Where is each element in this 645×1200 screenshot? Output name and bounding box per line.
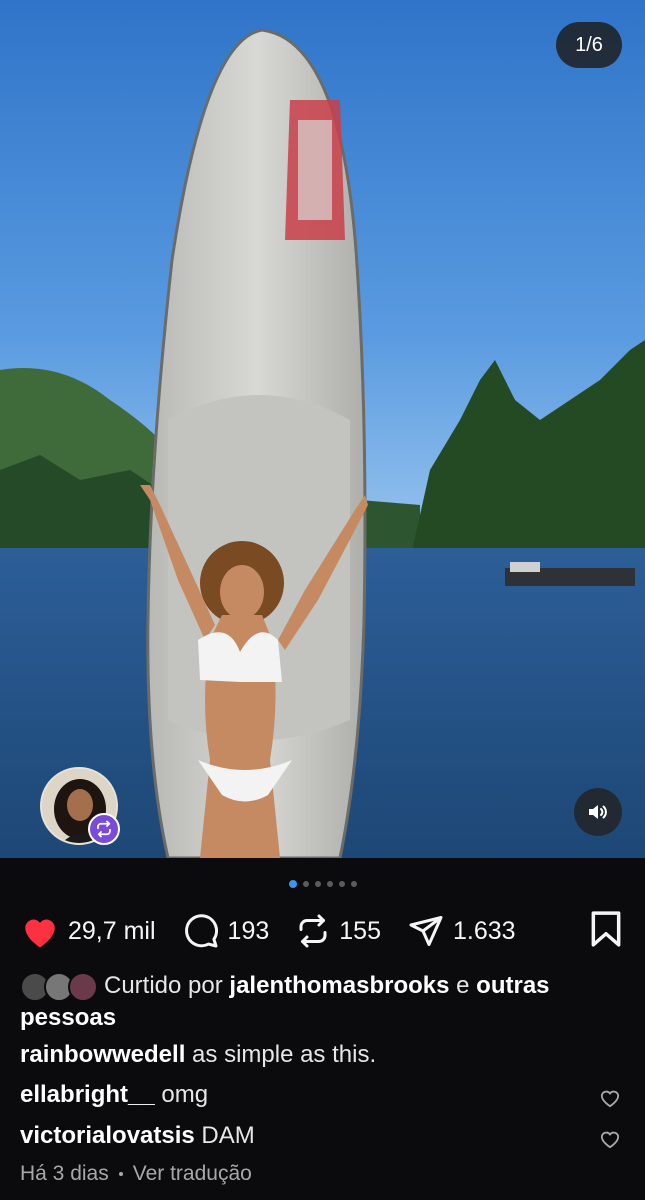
carousel-indicator [0,880,645,888]
liked-by-user[interactable]: jalenthomasbrooks [229,972,449,999]
repost-badge-icon [88,813,120,845]
save-button[interactable] [589,910,623,953]
caption-text: as simple as this. [192,1041,377,1068]
separator-dot [118,1172,123,1176]
bookmark-icon [591,911,621,947]
post-photo [0,0,645,858]
carousel-dot [350,881,357,887]
mini-avatar [68,971,98,1002]
repost-icon [299,914,327,948]
repost-count: 155 [339,916,381,945]
comment-button[interactable]: 193 [182,913,270,949]
caption-username[interactable]: rainbowwedell [20,1041,185,1068]
author-avatar-group[interactable] [40,767,120,845]
comment-bubble-icon [184,914,218,948]
comment-username[interactable]: ellabright__ [20,1081,155,1108]
translate-link[interactable]: Ver tradução [133,1162,252,1186]
send-icon [409,916,443,946]
liked-by-joiner: e [456,972,470,999]
comment-count: 193 [227,916,270,945]
heart-outline-icon [600,1131,620,1149]
comment-item: victorialovatsis DAM [20,1121,621,1151]
liked-by-row[interactable]: Curtido por jalenthomasbrooks e outras p… [20,970,605,1034]
action-bar: 29,7 mil 193 155 1.633 [20,908,623,954]
comment-item: ellabright__ omg [20,1080,621,1110]
post-caption: rainbowwedell as simple as this. [20,1040,605,1070]
share-count: 1.633 [452,916,516,945]
heart-filled-icon [25,919,55,948]
speaker-icon [589,805,607,819]
post-media[interactable]: 1/6 [0,0,645,858]
comment-text: DAM [201,1122,255,1149]
post-time: Há 3 dias [20,1162,109,1185]
comment-text: omg [161,1081,209,1108]
comment-like-button[interactable] [599,1086,621,1116]
comment-like-button[interactable] [599,1127,621,1157]
heart-outline-icon [600,1090,620,1108]
sound-toggle-button[interactable] [574,788,622,836]
carousel-dot [326,881,333,887]
carousel-dot [338,881,345,887]
carousel-dot [302,881,309,887]
liked-by-avatars [20,971,98,1002]
share-button[interactable]: 1.633 [407,913,516,949]
like-count: 29,7 mil [68,916,156,945]
carousel-dot [314,881,321,887]
slide-counter: 1/6 [556,22,622,68]
post-meta: Há 3 dias Ver tradução [20,1162,252,1186]
comment-username[interactable]: victorialovatsis [20,1122,195,1149]
liked-by-prefix: Curtido por [104,972,223,999]
carousel-dot-active [288,880,297,888]
repost-button[interactable]: 155 [295,913,381,949]
like-button[interactable]: 29,7 mil [20,913,156,949]
